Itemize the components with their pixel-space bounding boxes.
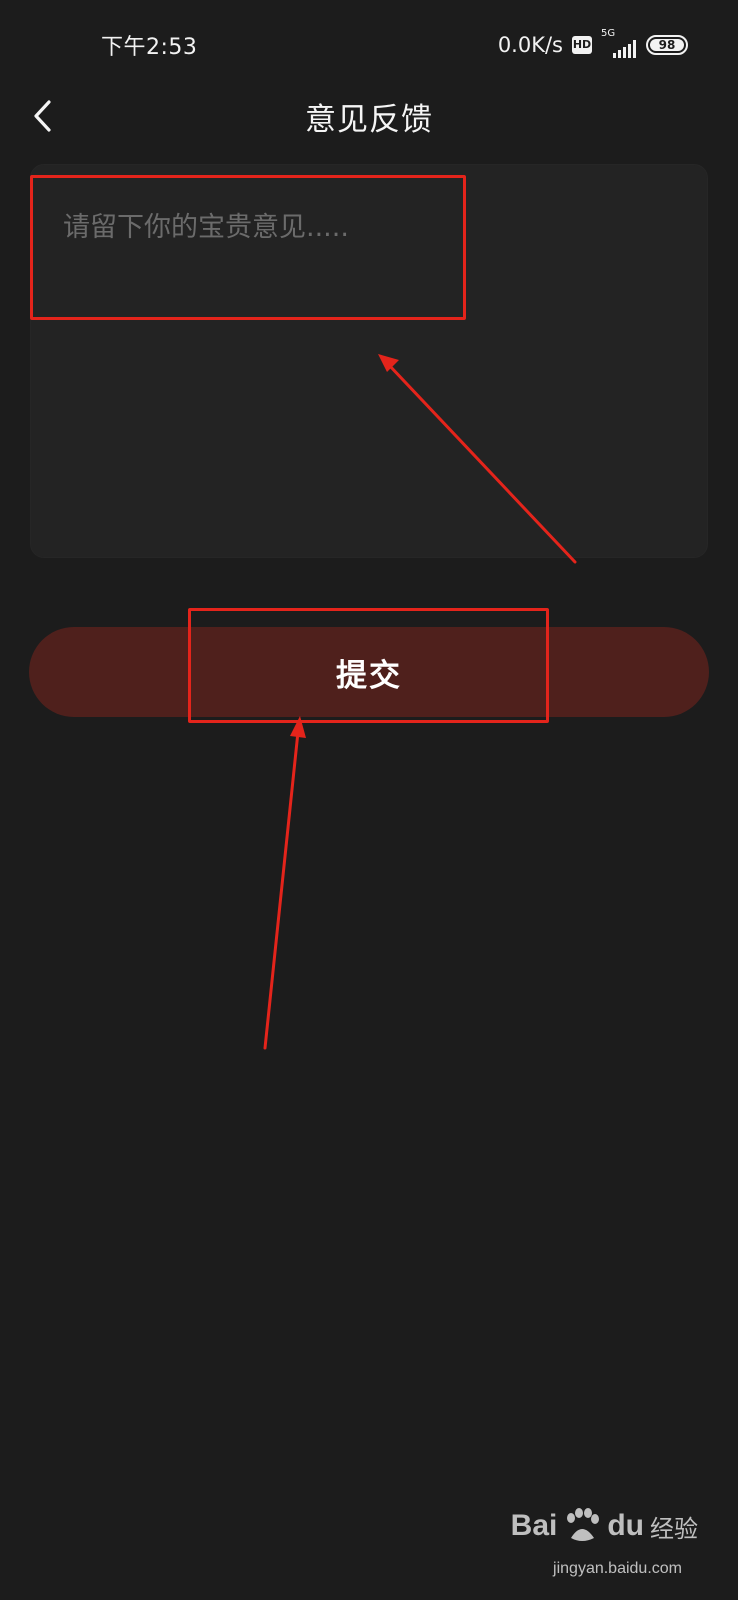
page-title: 意见反馈 (305, 102, 433, 138)
signal-bars-icon (613, 40, 636, 58)
watermark-brand-left: Bai (510, 1509, 558, 1542)
watermark-brand-cn: 经验 (650, 1514, 698, 1543)
watermark-brand-right: du (607, 1509, 644, 1542)
signal-icon: 5G (601, 28, 637, 58)
annotation-box-submit (188, 608, 549, 723)
watermark-url: jingyan.baidu.com (553, 1560, 682, 1577)
annotation-box-input (30, 175, 466, 320)
paw-icon (567, 1508, 600, 1541)
battery-icon: 98 (646, 35, 688, 55)
network-type-label: 5G (601, 28, 616, 39)
baidu-watermark: Bai du 经验 (511, 1508, 698, 1544)
hd-icon: HD (572, 36, 592, 54)
header: 意见反馈 (0, 88, 738, 160)
network-speed: 0.0K/s (497, 33, 563, 57)
annotation-arrow-submit (263, 716, 306, 1050)
battery-level: 98 (658, 38, 676, 52)
status-indicators: 0.0K/s HD 5G 98 (497, 28, 688, 60)
status-time: 下午2:53 (101, 35, 198, 60)
status-bar: 下午2:53 0.0K/s HD 5G 98 (0, 0, 738, 88)
